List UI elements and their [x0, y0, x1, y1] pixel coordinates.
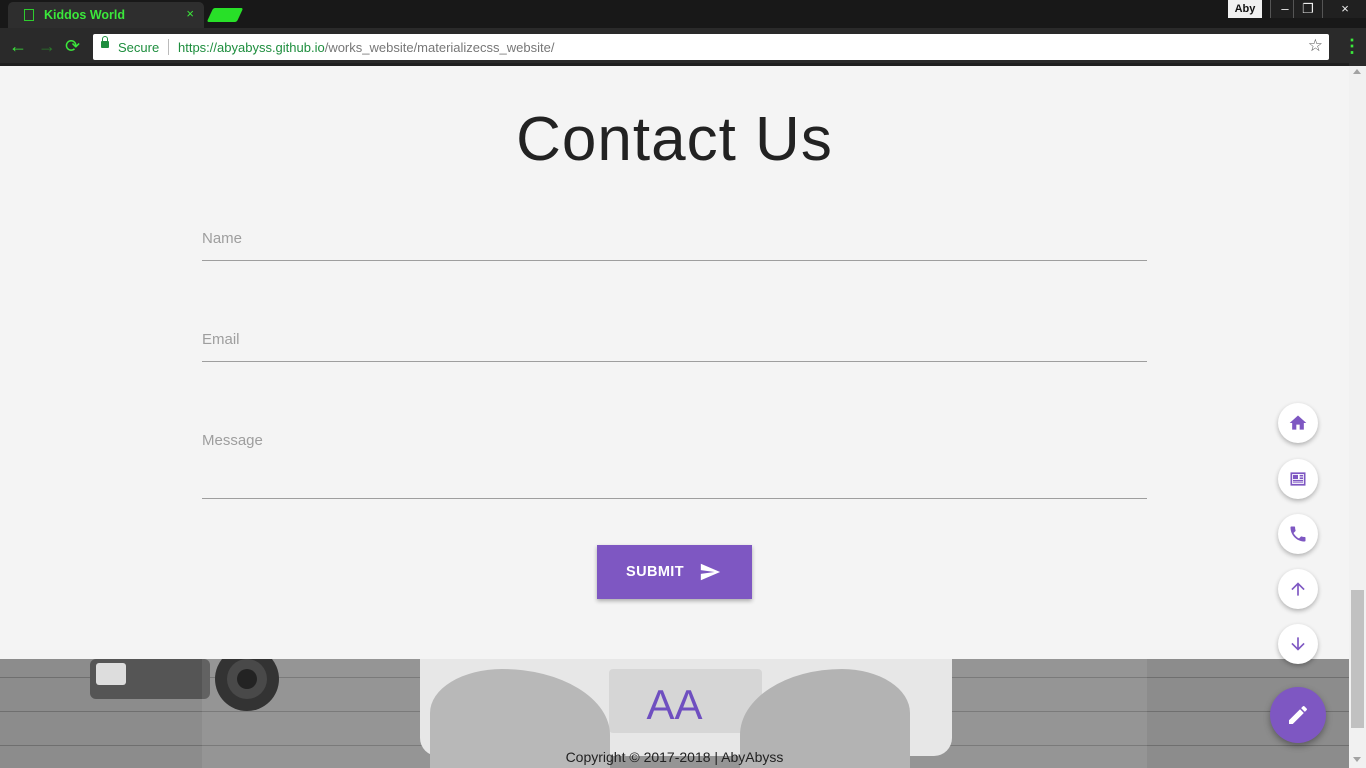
back-button[interactable]: ← — [9, 36, 27, 56]
submit-button[interactable]: SUBMIT — [597, 545, 752, 599]
arrow-up-icon — [1291, 582, 1305, 596]
message-field-label: Message — [202, 432, 263, 449]
email-field[interactable]: Email — [202, 316, 1147, 362]
name-field[interactable]: Name — [202, 216, 1147, 262]
address-divider — [168, 39, 169, 55]
copyright-text: Copyright © 2017-2018 | AbyAbyss — [565, 749, 784, 765]
page-title: Contact Us — [516, 105, 833, 174]
phone-icon — [1290, 526, 1306, 542]
forward-button[interactable]: → — [38, 36, 56, 56]
fab-home-button[interactable] — [1278, 403, 1318, 443]
fab-scroll-down-button[interactable] — [1278, 624, 1318, 664]
browser-tab[interactable]: Kiddos World × — [8, 2, 204, 28]
reload-button[interactable]: ⟳ — [65, 36, 80, 56]
name-field-label: Name — [202, 230, 243, 247]
fab-phone-button[interactable] — [1278, 514, 1318, 554]
profile-button[interactable]: Aby — [1228, 0, 1262, 18]
fab-main-edit-button[interactable] — [1270, 687, 1326, 743]
footer: AA Copyright © 2017-2018 | AbyAbyss — [0, 659, 1349, 768]
tab-close-icon[interactable]: × — [186, 6, 194, 21]
url-host: https://abyabyss.github.io — [178, 40, 325, 55]
pencil-icon — [1289, 705, 1307, 724]
scrollbar-thumb[interactable] — [1351, 590, 1364, 728]
email-field-underline — [202, 361, 1147, 362]
page-content: Contact Us Name Email Message SUBMIT AA — [0, 66, 1349, 768]
browser-tab-strip: Kiddos World × Aby – ❐ × — [0, 0, 1366, 28]
tab-title: Kiddos World — [44, 8, 126, 22]
footer-logo: AA — [646, 681, 703, 728]
scroll-down-arrow-icon[interactable] — [1353, 757, 1361, 762]
message-field[interactable]: Message — [202, 416, 1147, 500]
secure-label: Secure — [118, 40, 160, 55]
restore-button[interactable]: ❐ — [1293, 0, 1322, 18]
home-icon — [1289, 415, 1307, 430]
close-window-button[interactable]: × — [1322, 0, 1366, 18]
page-scrollbar[interactable] — [1349, 66, 1366, 768]
page-favicon-icon — [24, 9, 34, 21]
bookmark-star-icon[interactable]: ☆ — [1308, 36, 1323, 56]
fab-news-button[interactable] — [1278, 459, 1318, 499]
url-path: /works_website/materializecss_website/ — [324, 40, 555, 55]
scroll-up-arrow-icon[interactable] — [1353, 69, 1361, 74]
email-field-label: Email — [202, 331, 240, 348]
message-field-underline — [202, 498, 1147, 499]
send-icon — [700, 563, 721, 581]
browser-toolbar: ← → ⟳ Secure https://abyabyss.github.io/… — [0, 28, 1366, 66]
arrow-down-icon — [1291, 637, 1305, 651]
newspaper-icon — [1290, 472, 1306, 486]
fab-scroll-up-button[interactable] — [1278, 569, 1318, 609]
browser-menu-icon[interactable]: ⋮ — [1343, 36, 1361, 57]
name-field-underline — [202, 260, 1147, 261]
submit-button-label: SUBMIT — [626, 564, 684, 580]
lock-icon — [101, 36, 109, 48]
address-bar[interactable]: Secure https://abyabyss.github.io/works_… — [93, 34, 1329, 60]
url-text[interactable]: https://abyabyss.github.io/works_website… — [178, 40, 554, 55]
new-tab-button[interactable] — [206, 8, 244, 22]
